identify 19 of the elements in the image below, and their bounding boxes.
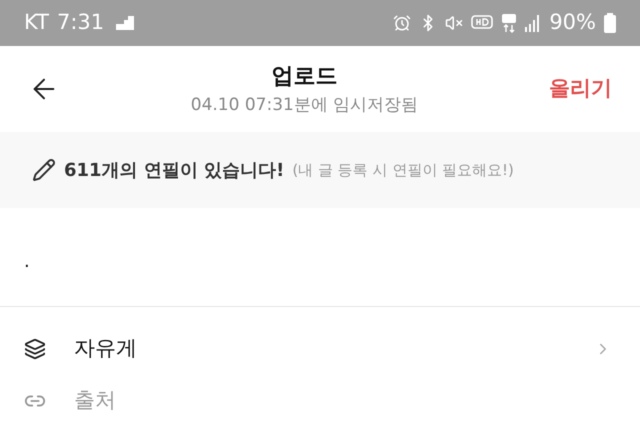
network-icon [501,13,518,33]
hd-icon [471,15,494,31]
clock: 7:31 [56,9,104,36]
alarm-icon [393,14,412,32]
mute-icon [445,14,464,32]
layers-icon [24,338,46,360]
pencil-count: 611개의 연필이 있습니다! [64,158,284,182]
pencil-note: (내 글 등록 시 연필이 필요해요!) [292,160,514,181]
notification-icon [116,16,134,30]
upload-button[interactable]: 올리기 [549,73,612,105]
board-selector[interactable]: 자유게 [74,333,137,365]
carrier: KT [24,9,49,36]
pencil-icon [32,158,56,182]
post-body[interactable]: . [24,251,30,272]
battery-icon [604,13,616,33]
autosave-status: 04.10 07:31분에 임시저장됨 [190,94,418,117]
battery-level: 90% [549,9,596,36]
signal-icon [525,14,542,32]
page-title: 업로드 [272,62,338,91]
